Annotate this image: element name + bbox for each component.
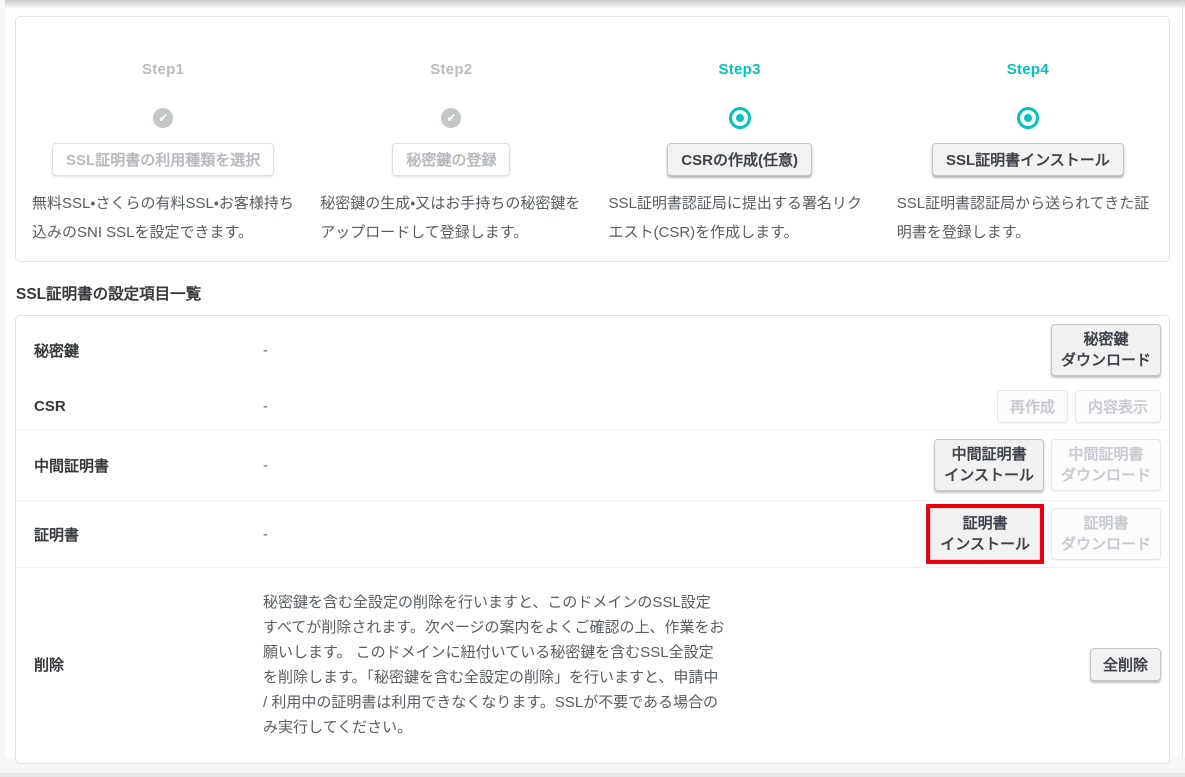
table-row-intermediate-cert: 中間証明書 - 中間証明書 インストール 中間証明書 ダウンロード: [16, 430, 1169, 501]
step2-label: Step2: [320, 61, 582, 78]
certificate-value: -: [263, 526, 926, 543]
radio-selected-icon: [1017, 107, 1039, 129]
private-key-value: -: [263, 342, 1051, 359]
csr-view-button: 内容表示: [1075, 390, 1161, 423]
step-column-4: Step4 SSL証明書インストール SSL証明書認証局から送られてきた証明書を…: [881, 61, 1169, 261]
left-gutter: [0, 0, 5, 777]
csr-recreate-button: 再作成: [997, 390, 1068, 423]
table-row-delete: 削除 秘密鍵を含む全設定の削除を行いますと、このドメインのSSL設定すべてが削除…: [16, 568, 1169, 761]
check-circle-icon: ✔: [153, 108, 173, 128]
step1-label: Step1: [32, 61, 294, 78]
intermediate-cert-download-button: 中間証明書 ダウンロード: [1051, 439, 1161, 491]
step1-description: 無料SSL・さくらの有料SSL・お客様持ち込みのSNI SSLを設定できます。: [32, 189, 294, 247]
step2-description: 秘密鍵の生成・又はお手持ちの秘密鍵をアップロードして登録します。: [320, 189, 582, 247]
table-row-private-key: 秘密鍵 - 秘密鍵 ダウンロード: [16, 316, 1169, 384]
csr-label: CSR: [34, 398, 263, 415]
table-row-certificate: 証明書 - 証明書 インストール 証明書 ダウンロード: [16, 501, 1169, 568]
radio-dot: [736, 114, 744, 122]
step-column-1: Step1 ✔ SSL証明書の利用種類を選択 無料SSL・さくらの有料SSL・お…: [16, 61, 304, 261]
radio-dot: [1024, 114, 1032, 122]
certificate-download-button: 証明書 ダウンロード: [1051, 508, 1161, 560]
intermediate-cert-label: 中間証明書: [34, 455, 263, 476]
step1-button[interactable]: SSL証明書の利用種類を選択: [52, 143, 274, 176]
intermediate-cert-value: -: [263, 457, 934, 474]
red-highlight-box: 証明書 インストール: [926, 504, 1044, 564]
certificate-install-button[interactable]: 証明書 インストール: [930, 508, 1040, 560]
certificate-label: 証明書: [34, 524, 263, 545]
delete-description: 秘密鍵を含む全設定の削除を行いますと、このドメインのSSL設定すべてが削除されま…: [263, 590, 725, 740]
main-content: Step1 ✔ SSL証明書の利用種類を選択 無料SSL・さくらの有料SSL・お…: [15, 0, 1170, 764]
settings-section-title: SSL証明書の設定項目一覧: [16, 282, 1170, 304]
step4-label: Step4: [897, 61, 1159, 78]
ssl-steps-card: Step1 ✔ SSL証明書の利用種類を選択 無料SSL・さくらの有料SSL・お…: [15, 16, 1170, 262]
private-key-download-button[interactable]: 秘密鍵 ダウンロード: [1051, 324, 1161, 376]
intermediate-cert-install-button[interactable]: 中間証明書 インストール: [934, 439, 1044, 491]
private-key-label: 秘密鍵: [34, 340, 263, 361]
step2-button[interactable]: 秘密鍵の登録: [392, 143, 510, 176]
check-circle-icon: ✔: [441, 108, 461, 128]
step-column-3: Step3 CSRの作成(任意) SSL証明書認証局に提出する署名リクエスト(C…: [593, 61, 881, 261]
step4-description: SSL証明書認証局から送られてきた証明書を登録します。: [897, 189, 1159, 247]
delete-label: 削除: [34, 654, 263, 675]
right-edge-line: [1182, 0, 1183, 777]
step3-label: Step3: [609, 61, 871, 78]
radio-selected-icon: [729, 107, 751, 129]
step-column-2: Step2 ✔ 秘密鍵の登録 秘密鍵の生成・又はお手持ちの秘密鍵をアップロードし…: [304, 61, 592, 261]
csr-value: -: [263, 398, 997, 415]
step3-description: SSL証明書認証局に提出する署名リクエスト(CSR)を作成します。: [609, 189, 871, 247]
table-row-csr: CSR - 再作成 内容表示: [16, 384, 1169, 430]
step3-button[interactable]: CSRの作成(任意): [667, 143, 812, 176]
step4-button[interactable]: SSL証明書インストール: [932, 143, 1124, 176]
ssl-settings-card: 秘密鍵 - 秘密鍵 ダウンロード CSR - 再作成 内容表示 中間証明書 - …: [15, 315, 1170, 764]
delete-all-button[interactable]: 全削除: [1090, 648, 1161, 681]
